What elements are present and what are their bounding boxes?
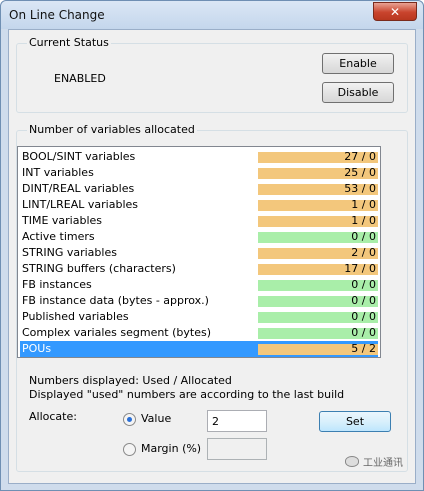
value-input[interactable] bbox=[207, 410, 267, 432]
margin-radio[interactable] bbox=[123, 443, 136, 456]
variable-name: Published variables bbox=[22, 310, 129, 323]
variable-value: 1 / 0 bbox=[351, 198, 376, 211]
watermark-text: 工业通讯 bbox=[363, 458, 403, 469]
variable-value: 17 / 0 bbox=[344, 262, 376, 275]
variable-name: INT variables bbox=[22, 166, 94, 179]
variables-legend: Number of variables allocated bbox=[27, 123, 197, 136]
variable-row[interactable]: POUs 5 / 2 bbox=[20, 341, 378, 357]
variable-name: FB instance data (bytes - approx.) bbox=[22, 294, 209, 307]
variable-name: Active timers bbox=[22, 230, 95, 243]
disable-button[interactable]: Disable bbox=[322, 82, 394, 103]
note-last-build: Displayed "used" numbers are according t… bbox=[29, 388, 345, 401]
variable-row[interactable]: BOOL/SINT variables 27 / 0 bbox=[20, 149, 378, 165]
note-used-allocated: Numbers displayed: Used / Allocated bbox=[29, 374, 232, 387]
allocate-label: Allocate: bbox=[29, 410, 77, 423]
margin-radio-label[interactable]: Margin (%) bbox=[141, 442, 201, 455]
online-change-window: On Line Change ✕ Current Status ENABLED … bbox=[0, 0, 424, 491]
variable-name: Complex variales segment (bytes) bbox=[22, 326, 211, 339]
dialog-client-area: Current Status ENABLED Enable Disable Nu… bbox=[8, 29, 416, 484]
variable-row[interactable]: Published variables 0 / 0 bbox=[20, 309, 378, 325]
variable-name: TIME variables bbox=[22, 214, 103, 227]
variable-name: BOOL/SINT variables bbox=[22, 150, 136, 163]
value-radio-label[interactable]: Value bbox=[141, 412, 171, 425]
variable-row[interactable]: Complex variales segment (bytes) 0 / 0 bbox=[20, 325, 378, 341]
variable-row[interactable]: STRING buffers (characters) 17 / 0 bbox=[20, 261, 378, 277]
window-title: On Line Change bbox=[9, 8, 105, 22]
variable-row[interactable]: Active timers 0 / 0 bbox=[20, 229, 378, 245]
variable-value: 0 / 0 bbox=[351, 294, 376, 307]
variable-value: 25 / 0 bbox=[344, 166, 376, 179]
enable-button[interactable]: Enable bbox=[322, 53, 394, 74]
variables-list[interactable]: BOOL/SINT variables 27 / 0 INT variables 25… bbox=[17, 146, 381, 358]
variable-value: 53 / 0 bbox=[344, 182, 376, 195]
variable-row[interactable]: INT variables 25 / 0 bbox=[20, 165, 378, 181]
variable-value: 27 / 0 bbox=[344, 150, 376, 163]
variable-name: DINT/REAL variables bbox=[22, 182, 135, 195]
variable-value: 0 / 0 bbox=[351, 326, 376, 339]
close-button[interactable]: ✕ bbox=[373, 2, 417, 21]
variable-name: STRING buffers (characters) bbox=[22, 262, 176, 275]
variable-name: LINT/LREAL variables bbox=[22, 198, 139, 211]
variable-value: 5 / 2 bbox=[351, 342, 376, 355]
variable-value: 0 / 0 bbox=[351, 230, 376, 243]
variable-row[interactable]: TIME variables 1 / 0 bbox=[20, 213, 378, 229]
current-status-legend: Current Status bbox=[27, 36, 111, 49]
variable-value: 2 / 0 bbox=[351, 246, 376, 259]
status-text: ENABLED bbox=[54, 72, 106, 85]
variable-row[interactable]: LINT/LREAL variables 1 / 0 bbox=[20, 197, 378, 213]
variable-row[interactable]: FB instances 0 / 0 bbox=[20, 277, 378, 293]
margin-input[interactable] bbox=[207, 438, 267, 460]
variable-name: POUs bbox=[22, 342, 52, 355]
variable-row[interactable]: STRING variables 2 / 0 bbox=[20, 245, 378, 261]
variable-row[interactable]: DINT/REAL variables 53 / 0 bbox=[20, 181, 378, 197]
value-radio[interactable] bbox=[123, 413, 136, 426]
set-button[interactable]: Set bbox=[319, 411, 391, 432]
variable-name: STRING variables bbox=[22, 246, 117, 259]
watermark: 工业通讯 bbox=[345, 454, 403, 469]
title-bar[interactable]: On Line Change ✕ bbox=[1, 1, 423, 29]
variable-value: 1 / 0 bbox=[351, 214, 376, 227]
variable-name: FB instances bbox=[22, 278, 92, 291]
variable-value: 0 / 0 bbox=[351, 310, 376, 323]
wechat-icon bbox=[345, 456, 359, 467]
variable-row[interactable]: FB instance data (bytes - approx.) 0 / 0 bbox=[20, 293, 378, 309]
variable-value: 0 / 0 bbox=[351, 278, 376, 291]
